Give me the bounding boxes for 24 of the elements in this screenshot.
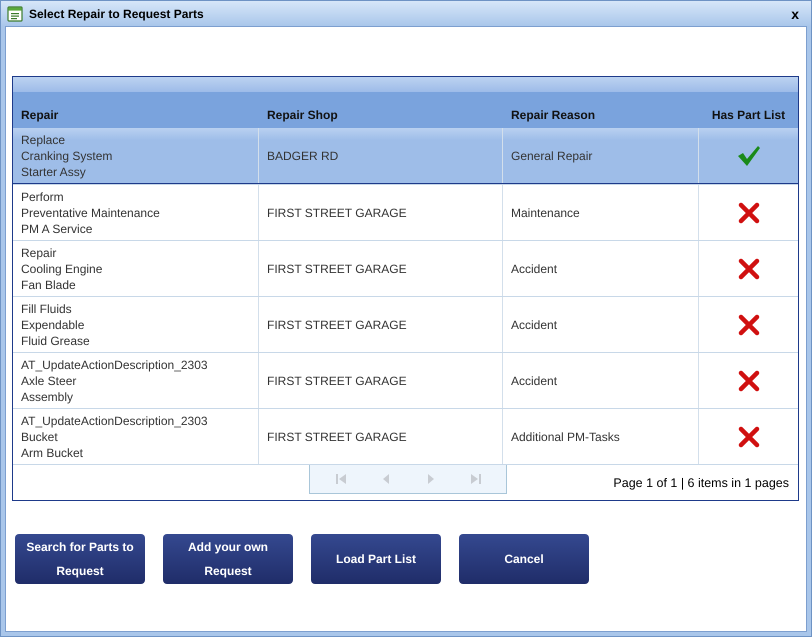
table-row[interactable]: AT_UpdateActionDescription_2303 Bucket Arm Bucket FIRST STREET GARAGE Additional PM-Tasks — [13, 408, 798, 464]
window-title: Select Repair to Request Parts — [29, 6, 204, 20]
table-cell: Replace Cranking System Starter Assy — [13, 128, 259, 183]
table-cell: FIRST STREET GARAGE — [259, 409, 503, 464]
close-button[interactable]: x — [787, 6, 803, 22]
action-button[interactable]: Search for Parts to Request — [15, 534, 145, 584]
window-icon — [7, 6, 23, 22]
column-header[interactable]: Repair Reason — [503, 108, 699, 128]
action-button[interactable]: Load Part List — [311, 534, 441, 584]
column-header[interactable]: Has Part List — [699, 108, 798, 128]
column-header[interactable]: Repair Shop — [259, 108, 503, 128]
table-row[interactable]: Perform Preventative Maintenance PM A Service FIRST STREET GARAGE Maintenance — [13, 184, 798, 240]
table-row[interactable]: Replace Cranking System Starter Assy BADGER RD General Repair — [13, 128, 798, 184]
table-row[interactable]: Fill Fluids Expendable Fluid Grease FIRST STREET GARAGE Accident — [13, 296, 798, 352]
table-row[interactable]: AT_UpdateActionDescription_2303 Axle Steer Assembly FIRST STREET GARAGE Accident — [13, 352, 798, 408]
table-cell: BADGER RD — [259, 128, 503, 183]
action-button[interactable]: Add your own Request — [163, 534, 293, 584]
page-summary: Page 1 of 1 | 6 items in 1 pages — [613, 476, 789, 490]
table-cell: General Repair — [503, 128, 699, 183]
table-cell: AT_UpdateActionDescription_2303 Bucket Arm Bucket — [13, 409, 259, 464]
column-header[interactable]: Repair — [13, 108, 259, 128]
table-cell: Additional PM-Tasks — [503, 409, 699, 464]
action-button[interactable]: Cancel — [459, 534, 589, 584]
table-row[interactable]: Repair Cooling Engine Fan Blade FIRST STREET GARAGE Accident — [13, 240, 798, 296]
